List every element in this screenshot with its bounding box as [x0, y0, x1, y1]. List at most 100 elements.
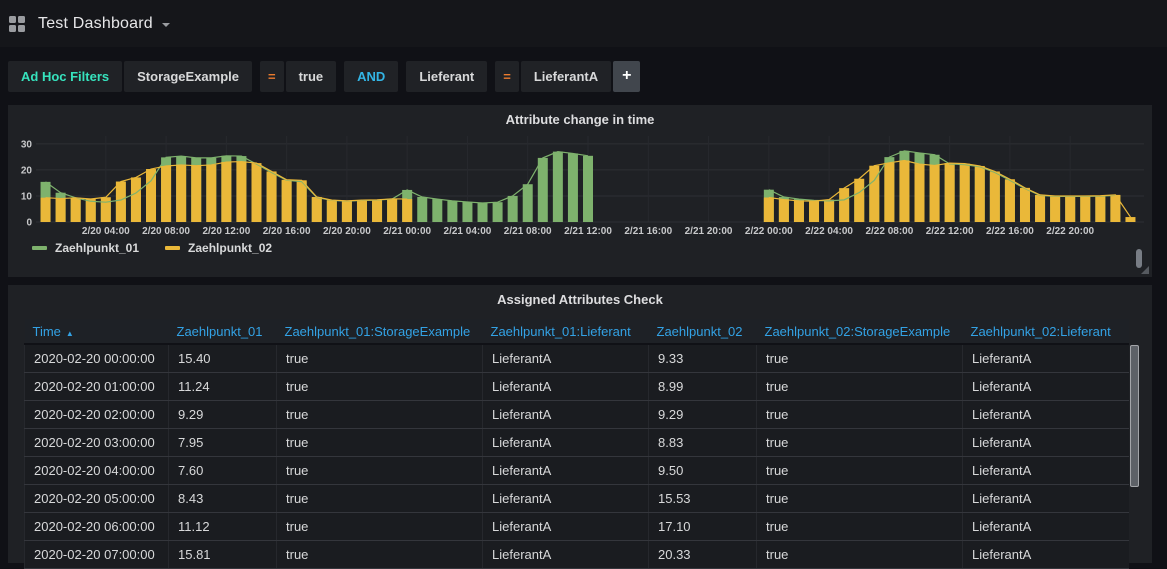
legend-label: Zaehlpunkt_01	[55, 241, 139, 255]
table-cell: LieferantA	[963, 429, 1129, 457]
filter-chip-value[interactable]: true	[286, 61, 337, 92]
chart-panel-title[interactable]: Attribute change in time	[8, 105, 1152, 132]
table-cell: 2020-02-20 05:00:00	[25, 485, 169, 513]
y-tick-label: 20	[21, 165, 33, 176]
table-cell: true	[757, 344, 963, 373]
bar-Zaehlpunkt_02	[101, 197, 111, 222]
dashboard-title: Test Dashboard	[38, 15, 153, 33]
x-tick-label: 2/21 12:00	[564, 226, 612, 237]
bar-Zaehlpunkt_02	[116, 182, 126, 222]
bar-Zaehlpunkt_02	[282, 180, 292, 222]
table-cell: true	[277, 401, 483, 429]
table-cell: 2020-02-20 02:00:00	[25, 401, 169, 429]
x-tick-label: 2/22 00:00	[745, 226, 793, 237]
table-cell: true	[757, 429, 963, 457]
bar-Zaehlpunkt_01	[493, 202, 503, 222]
table-cell: true	[277, 513, 483, 541]
filter-chip-value[interactable]: LieferantA	[521, 61, 611, 92]
column-header-zaehlpunkt-01[interactable]: Zaehlpunkt_01	[169, 319, 277, 344]
table-scrollbar-thumb[interactable]	[1130, 345, 1139, 487]
table-body: 2020-02-20 00:00:0015.40trueLieferantA9.…	[25, 344, 1129, 569]
bar-Zaehlpunkt_02	[86, 199, 96, 222]
bar-Zaehlpunkt_02	[161, 166, 171, 222]
column-header-zaehlpunkt-01-storageexample[interactable]: Zaehlpunkt_01:StorageExample	[277, 319, 483, 344]
table-row: 2020-02-20 01:00:0011.24trueLieferantA8.…	[25, 373, 1129, 401]
bar-Zaehlpunkt_02	[809, 201, 819, 222]
bar-Zaehlpunkt_02	[1095, 196, 1105, 222]
legend-item-Zaehlpunkt_02[interactable]: Zaehlpunkt_02	[165, 241, 272, 255]
table-cell: 15.53	[649, 485, 757, 513]
bar-Zaehlpunkt_02	[267, 171, 277, 222]
table-cell: LieferantA	[963, 373, 1129, 401]
bar-Zaehlpunkt_02	[251, 163, 261, 222]
column-header-zaehlpunkt-02-storageexample[interactable]: Zaehlpunkt_02:StorageExample	[757, 319, 963, 344]
bar-Zaehlpunkt_02	[387, 199, 397, 222]
column-header-zaehlpunkt-01-lieferant[interactable]: Zaehlpunkt_01:Lieferant	[483, 319, 649, 344]
bar-Zaehlpunkt_02	[176, 165, 186, 222]
table-cell: LieferantA	[963, 513, 1129, 541]
x-tick-label: 2/21 16:00	[624, 226, 672, 237]
table-cell: 2020-02-20 07:00:00	[25, 541, 169, 569]
line-Zaehlpunkt_01	[769, 151, 1116, 201]
filter-chip-op[interactable]: =	[495, 61, 519, 92]
table-header-row: Time▲Zaehlpunkt_01Zaehlpunkt_01:StorageE…	[25, 319, 1129, 344]
bar-Zaehlpunkt_01	[417, 197, 427, 222]
x-tick-label: 2/22 04:00	[805, 226, 853, 237]
y-tick-label: 0	[26, 218, 32, 229]
chart-panel: Attribute change in time 0 10 20 30 2/20 04:…	[8, 105, 1152, 277]
column-header-zaehlpunkt-02-lieferant[interactable]: Zaehlpunkt_02:Lieferant	[963, 319, 1129, 344]
bar-Zaehlpunkt_02	[794, 201, 804, 222]
column-header-time[interactable]: Time▲	[25, 319, 169, 344]
grid-square	[9, 25, 16, 32]
bar-Zaehlpunkt_02	[945, 163, 955, 222]
table-cell: 8.83	[649, 429, 757, 457]
table-wrap: Time▲Zaehlpunkt_01Zaehlpunkt_01:StorageE…	[24, 319, 1152, 569]
x-tick-label: 2/20 12:00	[202, 226, 250, 237]
x-tick-label: 2/20 04:00	[82, 226, 130, 237]
x-tick-label: 2/21 00:00	[383, 226, 431, 237]
table-cell: true	[277, 344, 483, 373]
table-row: 2020-02-20 07:00:0015.81trueLieferantA20…	[25, 541, 1129, 569]
timeseries-chart: 01020302/20 04:002/20 08:002/20 12:002/2…	[14, 132, 1150, 238]
adhoc-filters-label[interactable]: Ad Hoc Filters	[8, 61, 122, 92]
bar-Zaehlpunkt_01	[508, 196, 518, 222]
bar-Zaehlpunkt_01	[583, 156, 593, 222]
table-cell: true	[757, 457, 963, 485]
table-cell: 9.29	[169, 401, 277, 429]
bar-Zaehlpunkt_02	[71, 198, 81, 222]
table-cell: 20.33	[649, 541, 757, 569]
y-tick-label: 10	[21, 191, 33, 202]
table-panel-title[interactable]: Assigned Attributes Check	[8, 285, 1152, 312]
panel-resize-handle[interactable]	[1141, 266, 1149, 274]
filter-chip-key[interactable]: Lieferant	[406, 61, 487, 92]
add-filter-button[interactable]: +	[613, 61, 640, 92]
filter-chip-key[interactable]: StorageExample	[124, 61, 252, 92]
table-cell: 7.95	[169, 429, 277, 457]
dashboard-title-dropdown[interactable]: Test Dashboard	[38, 15, 170, 33]
legend-item-Zaehlpunkt_01[interactable]: Zaehlpunkt_01	[32, 241, 139, 255]
x-tick-label: 2/21 04:00	[444, 226, 492, 237]
bar-Zaehlpunkt_02	[327, 200, 337, 222]
line-Zaehlpunkt_01	[46, 152, 588, 203]
bar-Zaehlpunkt_02	[990, 171, 1000, 222]
table-cell: LieferantA	[963, 485, 1129, 513]
bar-Zaehlpunkt_02	[206, 165, 216, 222]
grid-square	[18, 16, 25, 23]
table-cell: 2020-02-20 00:00:00	[25, 344, 169, 373]
table-cell: 7.60	[169, 457, 277, 485]
table-cell: 9.33	[649, 344, 757, 373]
filter-chip-op[interactable]: =	[260, 61, 284, 92]
filter-chip-and[interactable]: AND	[344, 61, 398, 92]
column-header-zaehlpunkt-02[interactable]: Zaehlpunkt_02	[649, 319, 757, 344]
bar-Zaehlpunkt_02	[779, 200, 789, 222]
table-cell: LieferantA	[483, 344, 649, 373]
table-cell: true	[277, 373, 483, 401]
apps-grid-icon[interactable]	[9, 16, 25, 32]
y-tick-label: 30	[21, 139, 33, 150]
bar-Zaehlpunkt_01	[553, 152, 563, 222]
caret-down-icon	[162, 23, 170, 27]
bar-Zaehlpunkt_02	[1005, 179, 1015, 222]
table-cell: 15.40	[169, 344, 277, 373]
table-cell: LieferantA	[483, 373, 649, 401]
bar-Zaehlpunkt_02	[854, 179, 864, 222]
